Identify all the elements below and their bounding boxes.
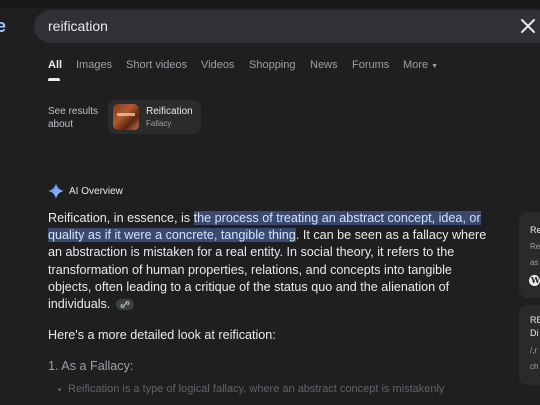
section-heading: 1. As a Fallacy:	[48, 359, 134, 373]
source-link-button[interactable]	[115, 299, 134, 311]
search-bar[interactable]: reification	[34, 10, 540, 43]
tab-videos[interactable]: Videos	[201, 59, 234, 71]
wikipedia-icon: W	[529, 275, 540, 286]
entity-thumbnail	[113, 104, 139, 130]
close-icon[interactable]	[518, 16, 538, 36]
tab-forums[interactable]: Forums	[352, 59, 389, 71]
tab-news[interactable]: News	[310, 59, 338, 71]
see-results-label: See results about	[48, 106, 99, 130]
google-logo-fragment[interactable]: e	[0, 16, 6, 37]
active-tab-underline	[48, 78, 60, 81]
bullet-dot	[58, 388, 61, 391]
source-card[interactable]: RE Di /,r ch	[519, 305, 540, 385]
source-card-line: /,r	[530, 346, 538, 355]
bullet-text: Reification is a type of logical fallacy…	[68, 383, 445, 395]
tab-images[interactable]: Images	[76, 59, 112, 71]
overview-intro: Reification, in essence, is	[48, 211, 194, 225]
search-input[interactable]: reification	[48, 18, 108, 34]
entity-chip-title: Reification	[146, 106, 193, 117]
source-card-line: as	[530, 258, 539, 267]
link-icon	[120, 301, 130, 309]
entity-chip-subtitle: Fallacy	[146, 119, 172, 128]
tab-shopping[interactable]: Shopping	[249, 59, 296, 71]
source-card-line: ch	[530, 362, 539, 371]
tab-more-label: More	[403, 59, 429, 71]
source-card-title: Re	[530, 225, 540, 235]
source-card-title: Di	[530, 328, 539, 338]
top-strip	[0, 0, 540, 8]
caret-down-icon: ▼	[431, 63, 439, 70]
ai-overview-paragraph: Reification, in essence, is the process …	[48, 210, 498, 313]
detail-intro-line: Here's a more detailed look at reificati…	[48, 328, 276, 342]
tab-short-videos[interactable]: Short videos	[126, 59, 187, 71]
entity-chip-reification[interactable]: Reification Fallacy	[108, 100, 201, 134]
sparkle-icon	[48, 183, 64, 199]
bottom-fade	[0, 395, 540, 405]
source-card-title: RE	[530, 315, 540, 325]
tab-more[interactable]: More ▼	[403, 59, 438, 71]
tab-all[interactable]: All	[48, 59, 62, 71]
source-card[interactable]: Re Re as W	[519, 212, 540, 298]
source-card-line: Re	[530, 242, 540, 251]
ai-overview-label: AI Overview	[69, 186, 123, 197]
